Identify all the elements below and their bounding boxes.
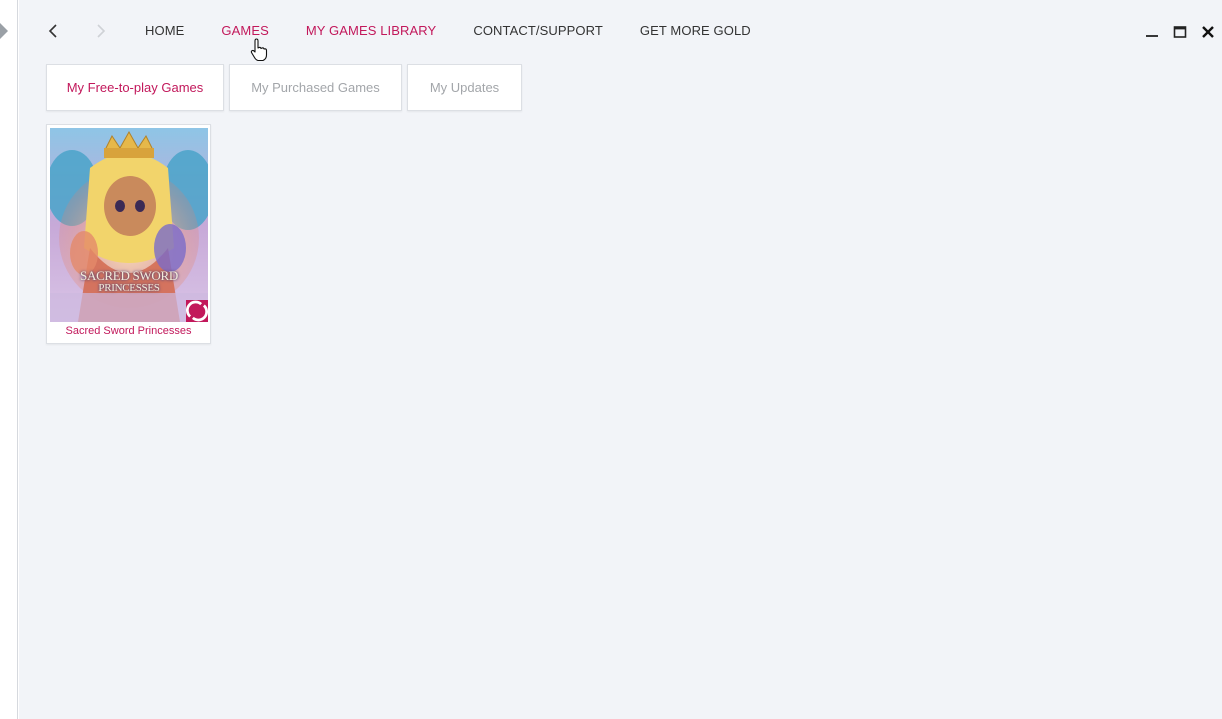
- hand-cursor-icon: [250, 38, 268, 62]
- minimize-button[interactable]: [1138, 22, 1166, 42]
- forward-button[interactable]: [89, 18, 113, 44]
- nav-my-games-library[interactable]: MY GAMES LIBRARY: [306, 23, 436, 41]
- tab-updates[interactable]: My Updates: [407, 64, 522, 111]
- publisher-logo-icon: [186, 300, 208, 322]
- tab-free-to-play-games[interactable]: My Free-to-play Games: [46, 64, 224, 111]
- nav-home[interactable]: HOME: [145, 23, 184, 41]
- cover-title-text: SACRED SWORD PRINCESSES: [80, 268, 178, 294]
- close-button[interactable]: [1194, 22, 1222, 42]
- game-card[interactable]: SACRED SWORD PRINCESSES Sacred Sword Prin…: [46, 124, 211, 344]
- nav-games[interactable]: GAMES: [221, 23, 268, 41]
- left-edge-panel: [0, 0, 18, 719]
- nav-contact-support[interactable]: CONTACT/SUPPORT: [473, 23, 603, 41]
- chevron-right-icon: [97, 24, 106, 38]
- library-tabs: My Free-to-play Games My Purchased Games…: [46, 64, 527, 111]
- chevron-left-icon: [48, 24, 57, 38]
- game-cover-image[interactable]: SACRED SWORD PRINCESSES: [50, 128, 208, 322]
- app-window: HOME GAMES MY GAMES LIBRARY CONTACT/SUPP…: [19, 0, 1222, 719]
- game-title[interactable]: Sacred Sword Princesses: [47, 324, 210, 338]
- maximize-button[interactable]: [1166, 22, 1194, 42]
- expand-arrow-icon[interactable]: [0, 23, 8, 39]
- back-button[interactable]: [41, 18, 65, 44]
- close-icon: [1202, 26, 1214, 38]
- minimize-icon: [1146, 35, 1158, 37]
- window-controls: [1138, 22, 1222, 42]
- nav-get-more-gold[interactable]: GET MORE GOLD: [640, 23, 751, 41]
- tab-purchased-games[interactable]: My Purchased Games: [229, 64, 402, 111]
- main-nav: HOME GAMES MY GAMES LIBRARY CONTACT/SUPP…: [145, 23, 788, 41]
- maximize-icon: [1173, 26, 1187, 38]
